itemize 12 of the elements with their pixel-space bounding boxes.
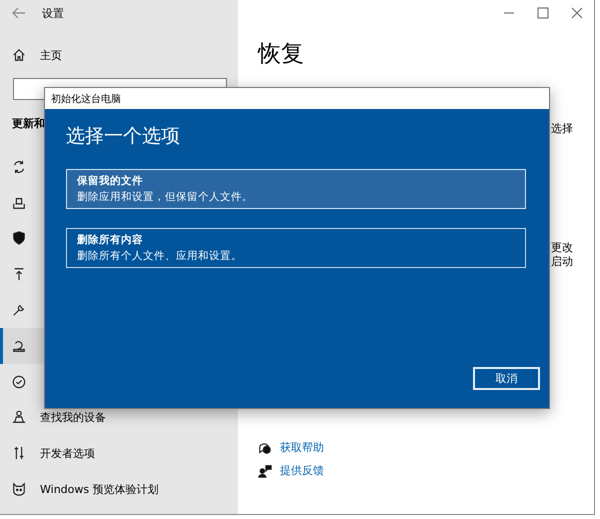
dialog-title: 初始化这台电脑 (51, 92, 121, 106)
description-text: 选择 (551, 121, 573, 136)
dialog-heading: 选择一个选项 (66, 124, 181, 149)
page-title: 恢复 (258, 40, 305, 69)
description-text: 启动 (551, 254, 573, 269)
option-description: 删除应用和设置，但保留个人文件。 (77, 190, 254, 204)
section-heading: 更新和 (11, 116, 46, 131)
description-text: 更改 (551, 240, 573, 255)
window-title: 设置 (42, 6, 64, 20)
option-title: 删除所有内容 (77, 233, 144, 247)
option-title: 保留我的文件 (77, 174, 144, 188)
option-description: 删除所有个人文件、应用和设置。 (77, 249, 243, 263)
